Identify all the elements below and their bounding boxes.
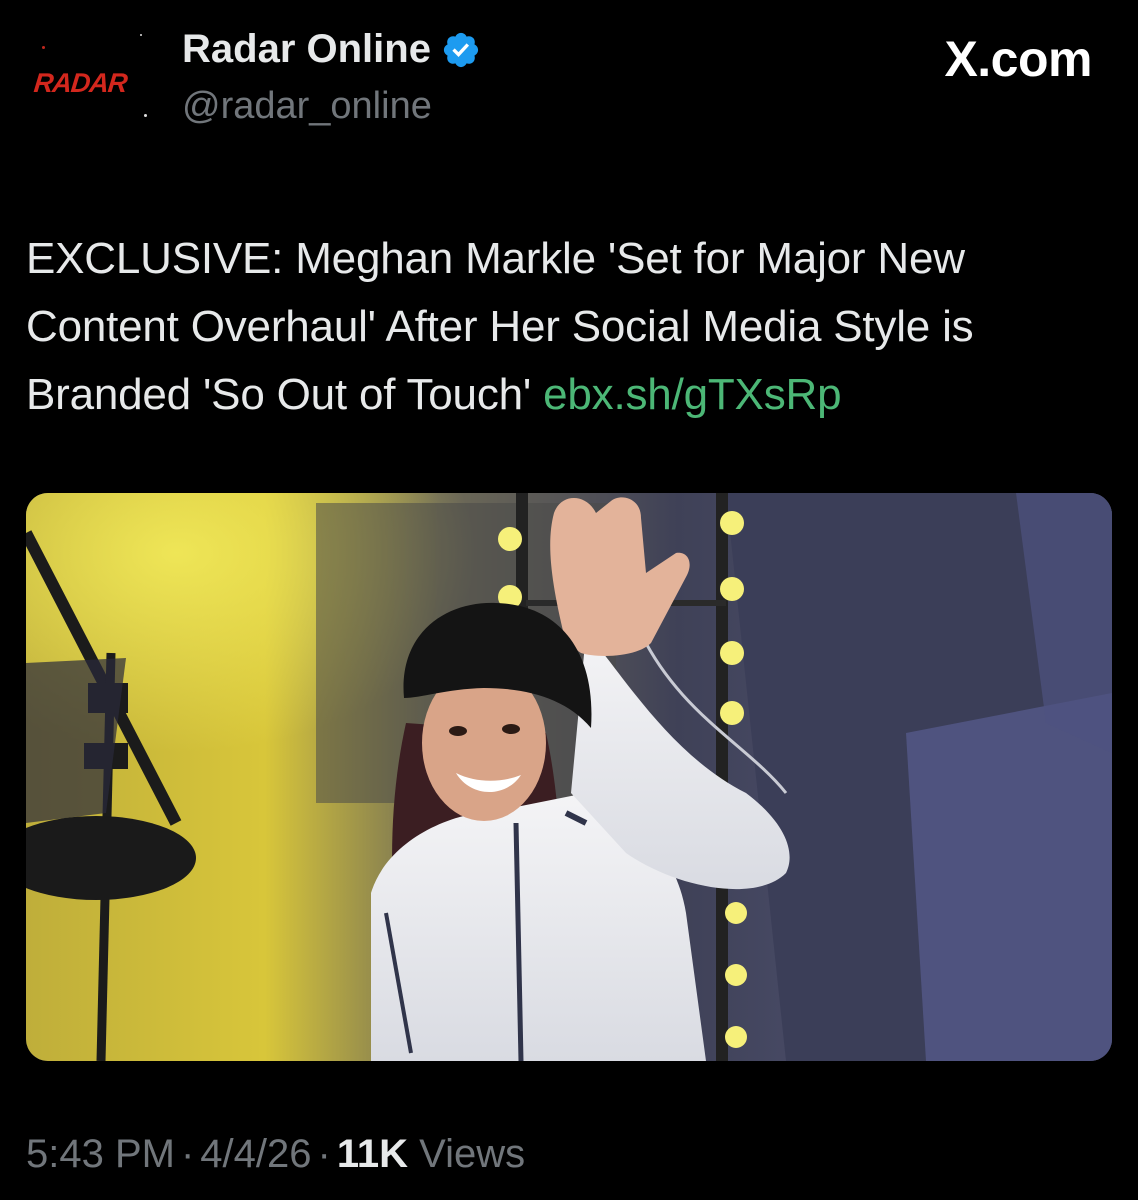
tweet-time[interactable]: 5:43 PM bbox=[26, 1132, 175, 1176]
account-handle[interactable]: @radar_online bbox=[182, 85, 432, 128]
separator: · bbox=[180, 1132, 195, 1176]
avatar[interactable]: RADAR bbox=[22, 28, 162, 138]
tweet-link[interactable]: ebx.sh/gTXsRp bbox=[543, 370, 841, 419]
tweet-date[interactable]: 4/4/26 bbox=[200, 1132, 311, 1176]
views-label: Views bbox=[419, 1132, 526, 1176]
avatar-decoration bbox=[140, 34, 142, 36]
display-name[interactable]: Radar Online bbox=[182, 27, 431, 72]
separator: · bbox=[317, 1132, 331, 1176]
site-watermark: X.com bbox=[944, 31, 1092, 87]
photo-illustration bbox=[26, 493, 1112, 1061]
tweet-metadata: 5:43 PM · 4/4/26 · 11K Views bbox=[26, 1132, 525, 1177]
views-count[interactable]: 11K bbox=[337, 1132, 408, 1176]
avatar-decoration bbox=[42, 46, 45, 49]
account-name[interactable]: Radar Online bbox=[182, 27, 481, 72]
tweet-photo[interactable] bbox=[26, 493, 1112, 1061]
avatar-decoration bbox=[144, 114, 147, 117]
tweet-text: EXCLUSIVE: Meghan Markle 'Set for Major … bbox=[26, 225, 1116, 429]
verified-badge-icon bbox=[443, 32, 479, 67]
radar-logo: RADAR bbox=[32, 68, 129, 98]
